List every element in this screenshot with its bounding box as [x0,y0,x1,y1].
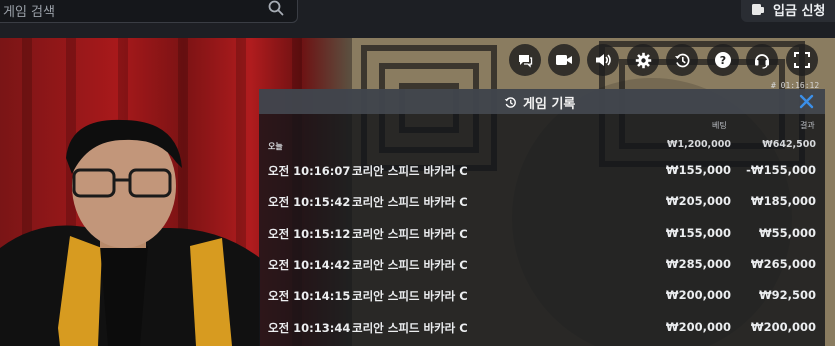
row-time: 오전 10:15:12 [268,226,351,241]
close-icon[interactable] [799,94,814,109]
row-result-amount: ₩200,000 [750,319,816,334]
summary-bet: ₩1,200,000 [667,139,731,150]
search-box[interactable]: 게임 검색 [0,0,298,23]
history-row[interactable]: 오전 10:16:07 코리안 스피드 바카라 C ₩155,000 -₩155,00… [259,163,825,183]
chat-icon [519,55,533,68]
row-game-name: 코리안 스피드 바카라 C [352,257,468,272]
row-bet-amount: ₩155,000 [665,225,731,240]
summary-row-today: 오늘 ₩1,200,000 ₩642,500 [259,139,825,153]
fullscreen-button[interactable] [786,44,818,76]
row-time: 오전 10:14:42 [268,257,351,272]
settings-gear-icon [635,52,651,68]
row-bet-amount: ₩285,000 [665,256,731,271]
volume-icon [596,54,611,66]
column-header-result: 결과 [800,121,815,130]
summary-label: 오늘 [268,142,283,151]
row-result-amount: ₩265,000 [750,256,816,271]
panel-header: 게임 기록 [259,89,825,114]
column-header-bet: 베팅 [712,121,727,130]
deposit-request-button[interactable]: 입금 신청 [741,0,835,22]
panel-title-group: 게임 기록 [504,93,575,112]
history-row[interactable]: 오전 10:14:42 코리안 스피드 바카라 C ₩285,000 ₩265,000 [259,257,825,277]
dealer-figure [0,119,260,346]
deposit-request-label: 입금 신청 [773,4,826,19]
row-game-name: 코리안 스피드 바카라 C [352,320,468,335]
history-row[interactable]: 오전 10:14:15 코리안 스피드 바카라 C ₩200,000 ₩92,500 [259,288,825,308]
svg-text:?: ? [720,54,726,67]
headset-support-icon [755,54,769,69]
row-result-amount: ₩185,000 [750,194,816,209]
row-result-amount: -₩155,000 [746,163,816,177]
history-button[interactable] [666,44,698,76]
row-game-name: 코리안 스피드 바카라 C [352,164,468,178]
row-bet-amount: ₩200,000 [665,288,731,303]
search-icon[interactable] [267,0,285,17]
game-history-panel: 게임 기록 베팅 결과 오늘 ₩1,200,000 ₩642,500 오전 10… [259,89,825,346]
help-button[interactable]: ? [707,44,739,76]
history-row[interactable]: 오전 10:15:12 코리안 스피드 바카라 C ₩155,000 ₩55,000 [259,226,825,246]
settings-button[interactable] [627,44,659,76]
video-button[interactable] [548,44,580,76]
row-bet-amount: ₩200,000 [665,319,731,334]
row-time: 오전 10:15:42 [268,195,351,210]
deposit-icon [752,4,764,15]
support-button[interactable] [746,44,778,76]
search-input[interactable]: 게임 검색 [3,1,55,20]
row-time: 오전 10:13:44 [268,320,351,335]
volume-button[interactable] [587,44,619,76]
history-row[interactable]: 오전 10:13:44 코리안 스피드 바카라 C ₩200,000 ₩200,000 [259,320,825,340]
row-time: 오전 10:14:15 [268,289,351,304]
history-title-icon [504,97,516,108]
help-icon: ? [715,52,731,68]
top-bar: 게임 검색 입금 신청 [0,0,835,38]
history-row[interactable]: 오전 10:15:42 코리안 스피드 바카라 C ₩205,000 ₩185,000 [259,194,825,214]
row-time: 오전 10:16:07 [268,164,351,178]
row-result-amount: ₩92,500 [758,288,816,303]
chat-button[interactable] [509,44,541,76]
video-camera-icon [556,55,572,65]
row-bet-amount: ₩155,000 [665,163,731,177]
row-game-name: 코리안 스피드 바카라 C [352,289,468,304]
history-icon [674,53,689,67]
panel-title: 게임 기록 [523,97,576,112]
summary-result: ₩642,500 [762,139,816,150]
row-game-name: 코리안 스피드 바카라 C [352,226,468,241]
row-result-amount: ₩55,000 [758,225,816,240]
fullscreen-icon [794,52,810,68]
row-bet-amount: ₩205,000 [665,194,731,209]
row-game-name: 코리안 스피드 바카라 C [352,195,468,210]
